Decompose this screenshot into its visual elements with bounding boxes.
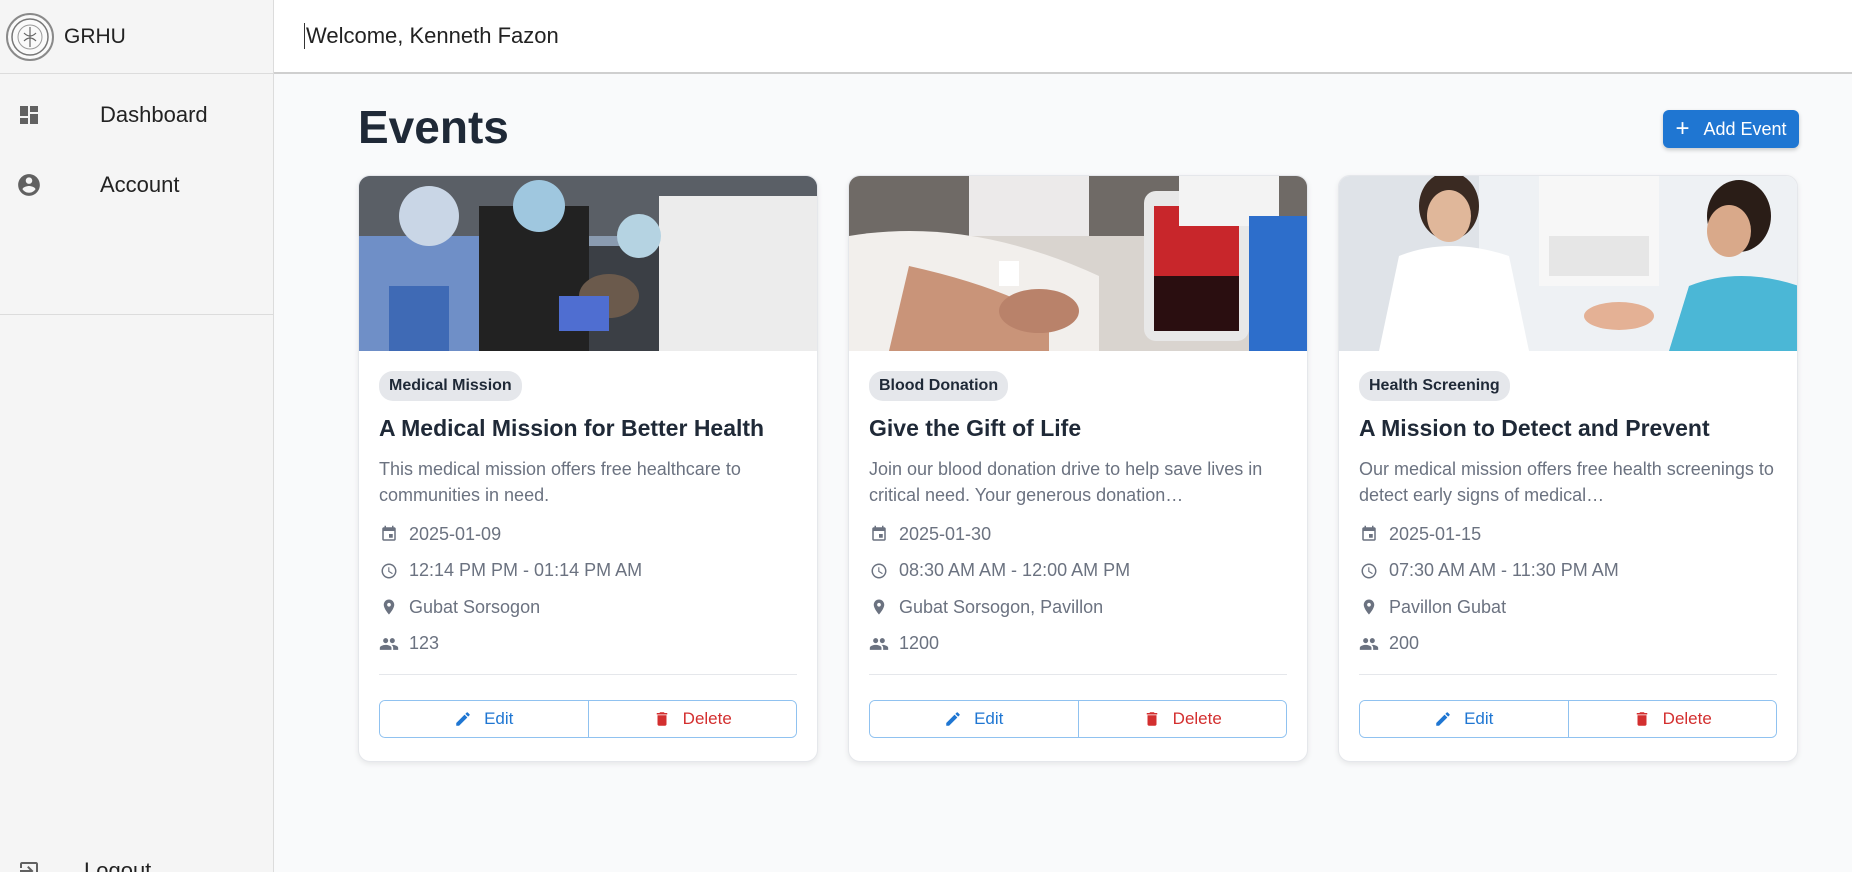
event-title: Give the Gift of Life (869, 415, 1082, 441)
logout-label: Logout (84, 858, 152, 872)
event-time: 08:30 AM AM - 12:00 AM PM (869, 553, 1287, 590)
delete-button[interactable]: Delete (1568, 701, 1776, 737)
sidebar-item-dashboard[interactable]: Dashboard (0, 80, 273, 150)
people-icon (1359, 634, 1379, 654)
event-location-text: Pavillon Gubat (1389, 596, 1507, 617)
clock-icon (869, 561, 889, 581)
event-date: 2025-01-30 (869, 516, 1287, 553)
event-attendees: 200 (1359, 626, 1777, 663)
logout-button[interactable]: Logout (16, 858, 151, 872)
page-title: Events (358, 101, 509, 153)
location-pin-icon (1359, 597, 1379, 617)
event-attendees-text: 1200 (899, 633, 940, 654)
event-card: Blood Donation Give the Gift of Life Joi… (848, 175, 1308, 762)
trash-icon (656, 712, 667, 726)
event-location: Pavillon Gubat (1359, 589, 1777, 626)
delete-label: Delete (682, 709, 732, 728)
event-date: 2025-01-09 (379, 516, 797, 553)
event-image (1339, 176, 1797, 351)
card-actions: Edit Delete (869, 700, 1287, 738)
event-category-badge: Medical Mission (379, 371, 522, 401)
event-attendees: 123 (379, 626, 797, 663)
delete-label: Delete (1662, 709, 1712, 728)
delete-button[interactable]: Delete (588, 701, 796, 737)
card-divider (1359, 674, 1777, 675)
trash-icon (1146, 712, 1157, 726)
event-title: A Medical Mission for Better Health (379, 415, 765, 441)
event-time-text: 07:30 AM AM - 11:30 PM AM (1389, 560, 1619, 581)
edit-button[interactable]: Edit (380, 701, 589, 737)
card-divider (869, 674, 1287, 675)
calendar-icon (869, 524, 889, 544)
event-attendees-text: 200 (1389, 633, 1420, 654)
event-location-text: Gubat Sorsogon (409, 596, 541, 617)
sidebar-item-label: Account (100, 172, 180, 197)
card-actions: Edit Delete (379, 700, 797, 738)
event-location: Gubat Sorsogon, Pavillon (869, 589, 1287, 626)
location-pin-icon (379, 597, 399, 617)
plus-icon: + (1675, 115, 1690, 142)
pencil-icon (456, 712, 470, 726)
event-description: This medical mission offers free healthc… (379, 459, 741, 505)
top-bar: Welcome, Kenneth Fazon (274, 0, 1852, 74)
welcome-text: Welcome, Kenneth Fazon (304, 23, 559, 49)
logout-icon (16, 858, 42, 872)
card-divider (379, 674, 797, 675)
trash-icon (1636, 712, 1647, 726)
event-image (359, 176, 817, 351)
location-pin-icon (869, 597, 889, 617)
event-date-text: 2025-01-30 (899, 523, 992, 544)
event-date: 2025-01-15 (1359, 516, 1777, 553)
event-attendees-text: 123 (409, 633, 440, 654)
pencil-icon (1436, 712, 1450, 726)
edit-label: Edit (484, 709, 514, 728)
calendar-icon (1359, 524, 1379, 544)
clock-icon (379, 561, 399, 581)
edit-button[interactable]: Edit (870, 701, 1079, 737)
event-description: Join our blood donation drive to help sa… (869, 459, 1263, 505)
calendar-icon (379, 524, 399, 544)
event-card: Medical Mission A Medical Mission for Be… (358, 175, 818, 762)
add-event-label: Add Event (1703, 118, 1787, 139)
event-time-text: 12:14 PM PM - 01:14 PM AM (409, 560, 643, 581)
event-time: 12:14 PM PM - 01:14 PM AM (379, 553, 797, 590)
edit-label: Edit (974, 709, 1004, 728)
event-location: Gubat Sorsogon (379, 589, 797, 626)
event-category-badge: Blood Donation (869, 371, 1009, 401)
pencil-icon (946, 712, 960, 726)
clock-icon (1359, 561, 1379, 581)
sidebar-item-label: Dashboard (100, 102, 208, 127)
brand[interactable]: GRHU (0, 0, 273, 74)
event-description: Our medical mission offers free health s… (1359, 459, 1774, 505)
brand-logo (6, 12, 54, 61)
brand-name: GRHU (64, 24, 126, 48)
delete-button[interactable]: Delete (1078, 701, 1286, 737)
sidebar: GRHU Dashboard Account Logout (0, 0, 274, 872)
sidebar-item-account[interactable]: Account (0, 150, 273, 220)
edit-label: Edit (1464, 709, 1494, 728)
card-actions: Edit Delete (1359, 700, 1777, 738)
event-time: 07:30 AM AM - 11:30 PM AM (1359, 553, 1777, 590)
event-title: A Mission to Detect and Prevent (1359, 415, 1710, 441)
event-location-text: Gubat Sorsogon, Pavillon (899, 596, 1104, 617)
event-category-badge: Health Screening (1359, 371, 1510, 401)
event-attendees: 1200 (869, 626, 1287, 663)
people-icon (379, 634, 399, 654)
event-date-text: 2025-01-15 (1389, 523, 1482, 544)
people-icon (869, 634, 889, 654)
event-card: Health Screening A Mission to Detect and… (1338, 175, 1798, 762)
account-circle-icon (16, 172, 42, 198)
edit-button[interactable]: Edit (1360, 701, 1569, 737)
sidebar-nav: Dashboard Account (0, 80, 273, 315)
delete-label: Delete (1172, 709, 1222, 728)
event-image (849, 176, 1307, 351)
event-date-text: 2025-01-09 (409, 523, 502, 544)
event-time-text: 08:30 AM AM - 12:00 AM PM (899, 560, 1131, 581)
dashboard-icon (16, 102, 42, 128)
add-event-button[interactable]: + Add Event (1663, 110, 1799, 148)
